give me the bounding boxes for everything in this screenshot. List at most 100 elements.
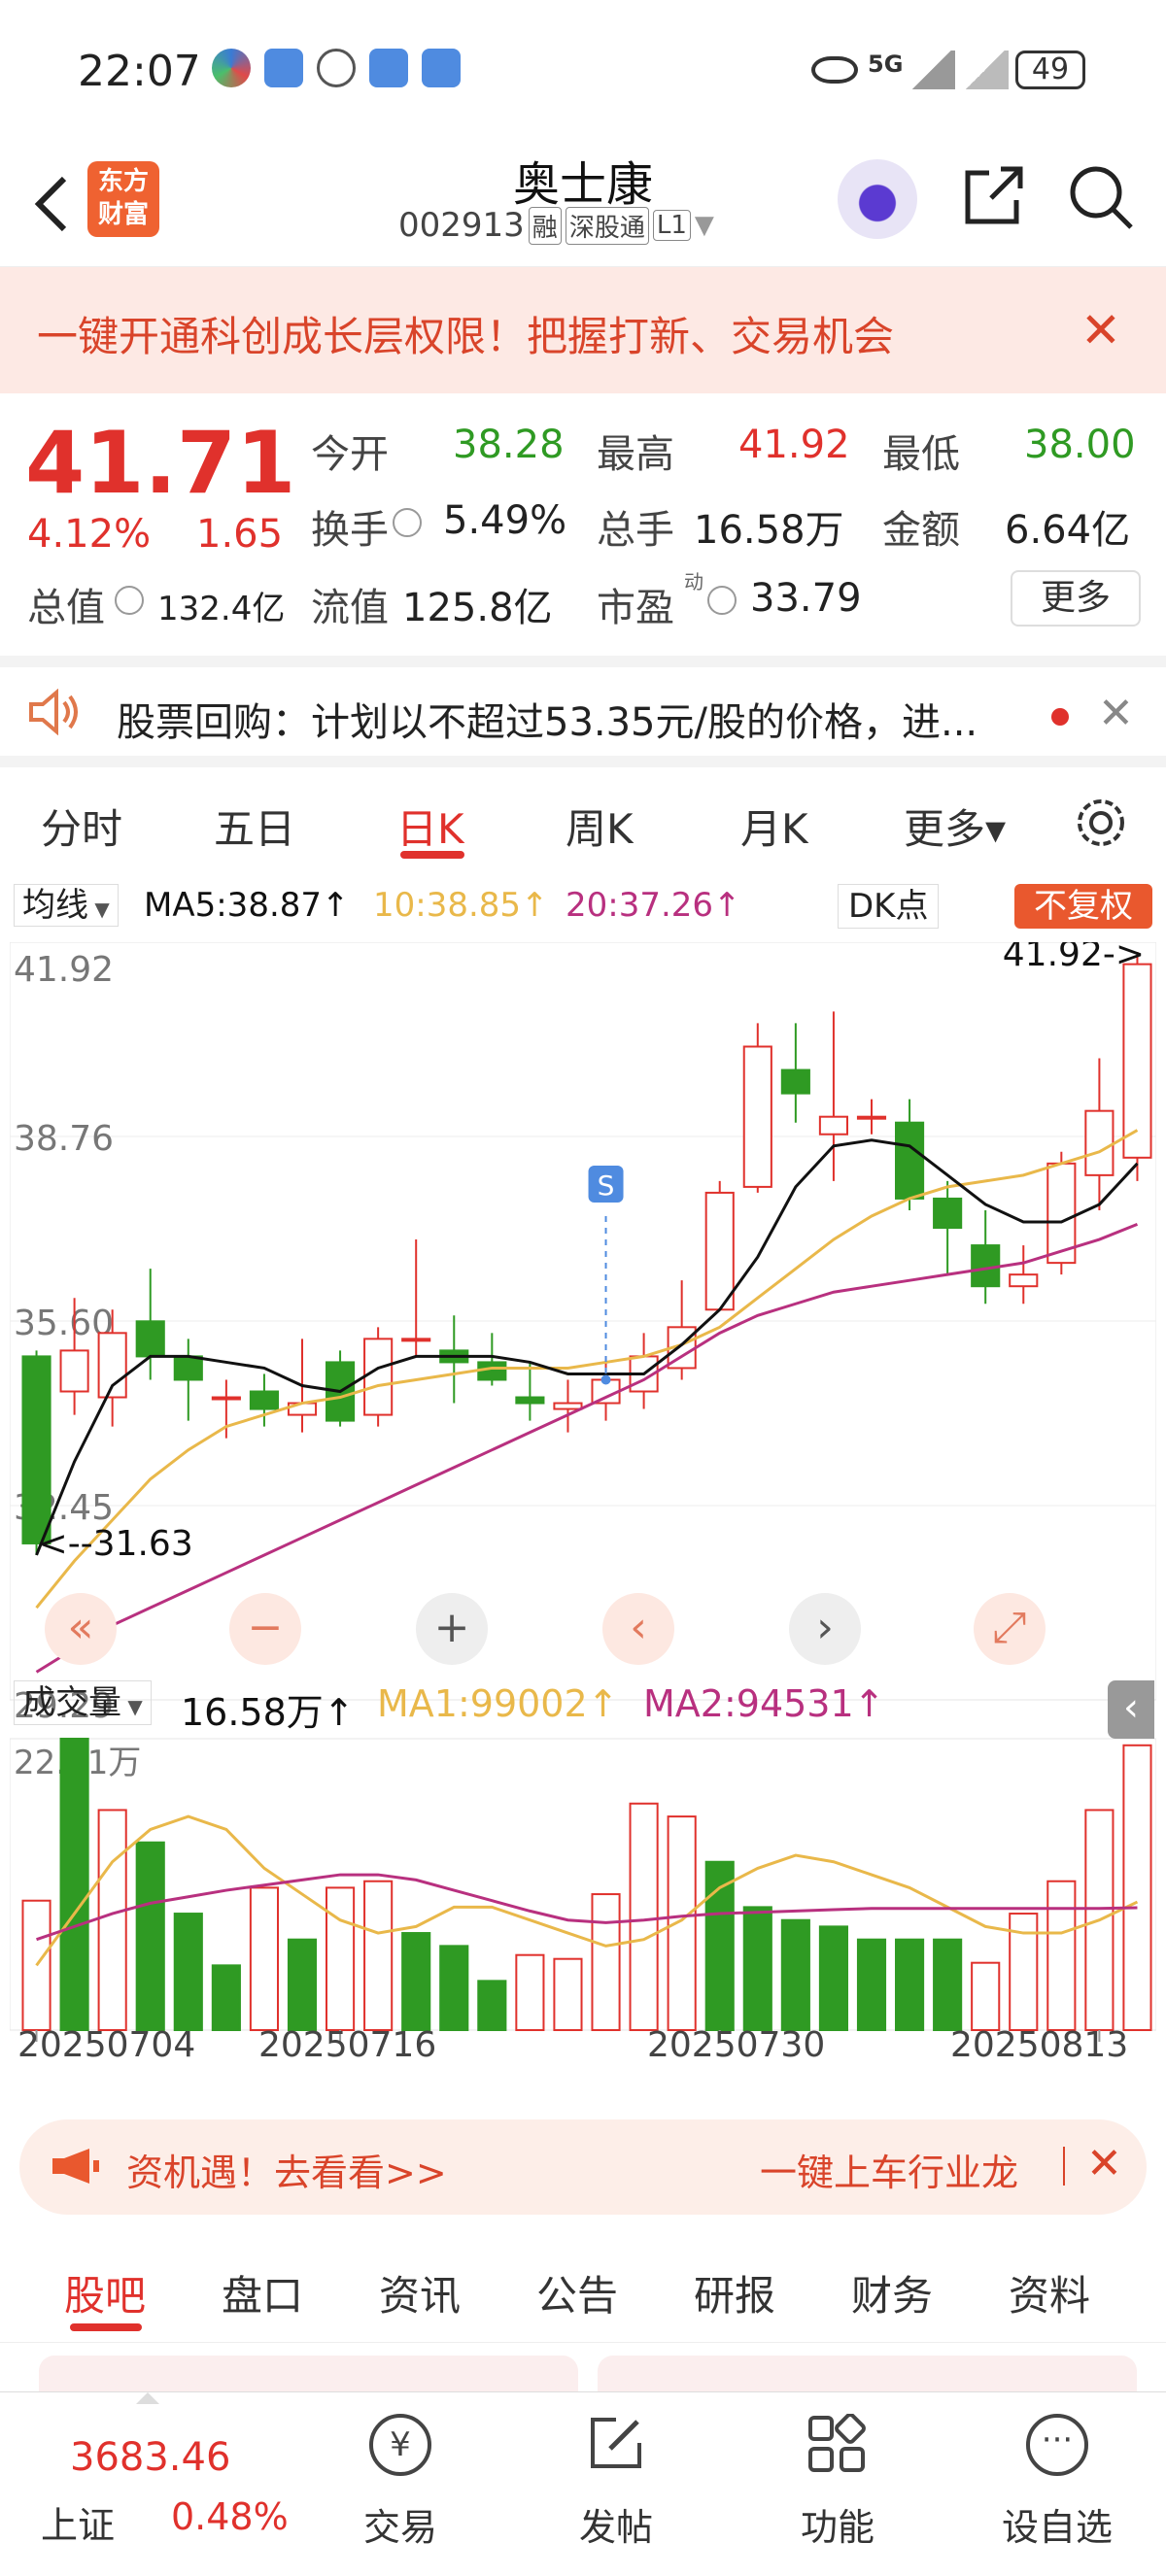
adj-label: 不复权 (1034, 887, 1133, 926)
zoom-in-button[interactable]: + (416, 1593, 488, 1665)
triangle-icon (136, 2392, 159, 2404)
candle-body (704, 1191, 735, 1311)
candle-body (856, 1115, 887, 1120)
volume-bar (780, 1918, 810, 2032)
close-icon[interactable]: ✕ (1080, 306, 1121, 355)
label-total-value: 总值 (27, 586, 105, 630)
prev-button[interactable]: ‹ (602, 1593, 674, 1665)
volume-bar (249, 1886, 279, 2032)
value-total-value: 132.4亿 (157, 590, 286, 628)
dk-point-button[interactable]: DK点 (838, 884, 940, 929)
volume-bar (439, 1945, 469, 2031)
tab-more[interactable]: 更多▾ (904, 797, 1006, 856)
volume-select[interactable]: 成交量 ▼ (14, 1680, 152, 1725)
tab-five-day[interactable]: 五日 (214, 797, 295, 856)
network-label: 5G (868, 51, 904, 78)
notice-text[interactable]: 股票回购：计划以不超过53.35元/股的价格，进... (117, 691, 977, 747)
tab-monthly-k[interactable]: 月K (740, 797, 808, 856)
adj-button[interactable]: 不复权 (1014, 884, 1152, 929)
date-label: 20250813 (950, 2025, 1129, 2065)
quote-panel: 41.71 4.12% 1.65 今开 38.28 最高 41.92 最低 38… (0, 393, 1166, 656)
close-icon[interactable]: ✕ (1098, 689, 1134, 738)
volume-bar (667, 1815, 697, 2031)
dk-label: DK点 (848, 887, 929, 926)
gear-icon[interactable] (1073, 795, 1129, 851)
status-time: 22:07 (78, 47, 201, 96)
ad-banner[interactable]: 资机遇！去看看>> 一键上车行业龙 ✕ (19, 2119, 1147, 2215)
status-bar: 22:07 5G 49 (0, 0, 1166, 146)
label-volume: 总手 (597, 508, 674, 553)
index-name[interactable]: 上证 (41, 2495, 115, 2549)
volume-bar (818, 1925, 848, 2032)
tab-weekly-k[interactable]: 周K (566, 797, 634, 856)
dropdown-icon[interactable]: ▼ (695, 211, 714, 240)
ad-text-right[interactable]: 一键上车行业龙 (760, 2143, 1057, 2196)
volume-bar (401, 1932, 431, 2032)
candle-body (401, 1338, 431, 1342)
footer-add-watchlist[interactable]: 设自选 (989, 2497, 1125, 2551)
footer-trade[interactable]: 交易 (352, 2497, 449, 2551)
dropdown-icon: ▼ (88, 898, 110, 921)
tab-intraday[interactable]: 分时 (41, 797, 122, 856)
ma5-legend: MA5:38.87↑ (144, 886, 350, 925)
tab-research[interactable]: 研报 (694, 2263, 775, 2322)
collapse-panel-button[interactable]: ‹ (1108, 1680, 1154, 1739)
tab-orderbook[interactable]: 盘口 (222, 2263, 303, 2322)
app-icon (212, 49, 251, 87)
footer-function[interactable]: 功能 (789, 2497, 886, 2551)
tab-profile[interactable]: 资料 (1009, 2263, 1090, 2322)
volume-bar (515, 1953, 545, 2032)
edit-icon[interactable] (587, 2414, 645, 2472)
tab-forum[interactable]: 股吧 (64, 2263, 146, 2322)
tag-level: L1 (652, 210, 691, 241)
search-icon[interactable] (1067, 163, 1135, 231)
tab-announcements[interactable]: 公告 (536, 2263, 618, 2322)
grid-icon[interactable] (806, 2413, 869, 2476)
zoom-out-button[interactable]: − (229, 1593, 301, 1665)
label-amount: 金额 (882, 508, 960, 553)
next-button[interactable]: › (789, 1593, 861, 1665)
volume-bar (477, 1980, 507, 2031)
pe-superscript: 动 (684, 570, 703, 593)
signal-icon (962, 51, 1009, 89)
footer-post[interactable]: 发帖 (567, 2497, 665, 2551)
bottom-toolbar: 3683.46 上证 0.48% ¥ 交易 发帖 功能 ··· 设自选 (0, 2391, 1166, 2576)
index-pct[interactable]: 0.48% (171, 2495, 289, 2538)
battery-icon: 49 (1015, 51, 1085, 89)
kline-chart-area[interactable]: 均线 ▼ MA5:38.87↑ 10:38.85↑ 20:37.26↑ DK点 … (0, 874, 1166, 2103)
info-icon[interactable] (707, 586, 737, 615)
more-button[interactable]: 更多 (1011, 570, 1141, 627)
y-tick-label: 38.76 (14, 1119, 114, 1159)
volume-bar (363, 1880, 394, 2032)
fullscreen-button[interactable]: ⤢ (974, 1593, 1046, 1665)
info-icon[interactable] (115, 586, 144, 615)
close-icon[interactable]: ✕ (1086, 2139, 1122, 2188)
content-tabs: 股吧 盘口 资讯 公告 研报 财务 资料 (0, 2234, 1166, 2343)
indicator-select[interactable]: 均线 ▼ (14, 884, 119, 927)
index-value[interactable]: 3683.46 (70, 2435, 230, 2480)
volume-bar (97, 1809, 127, 2031)
volume-bar (211, 1964, 241, 2031)
tab-daily-k[interactable]: 日K (396, 797, 464, 856)
unread-dot (1051, 708, 1069, 726)
info-icon[interactable] (393, 508, 422, 537)
value-turnover: 5.49% (443, 498, 567, 543)
more-dots-icon[interactable]: ··· (1026, 2414, 1088, 2476)
rewind-button[interactable]: « (45, 1593, 117, 1665)
label-high: 最高 (597, 432, 674, 477)
stock-header: 东方财富 奥士康 002913 融 深股通 L1 ▼ (0, 146, 1166, 267)
notice-bar[interactable]: 股票回购：计划以不超过53.35元/股的价格，进... ✕ (0, 656, 1166, 767)
trade-icon[interactable]: ¥ (369, 2414, 431, 2476)
candle-body (21, 1355, 51, 1544)
tab-finance[interactable]: 财务 (851, 2263, 933, 2322)
volume-label: 成交量 (22, 1683, 121, 1722)
robot-avatar[interactable] (838, 159, 917, 239)
tab-news[interactable]: 资讯 (379, 2263, 461, 2322)
ma20-legend: 20:37.26↑ (566, 886, 741, 925)
promo-text[interactable]: 一键开通科创成长层权限！把握打新、交易机会 (37, 304, 894, 363)
kline-chart[interactable]: 41.9238.7635.6032.4529.2941.92-><--31.63… (10, 942, 1156, 2098)
ad-text-left[interactable]: 资机遇！去看看>> (126, 2143, 447, 2196)
change-amt: 1.65 (196, 512, 284, 557)
share-icon[interactable] (962, 163, 1026, 227)
promo-banner[interactable]: 一键开通科创成长层权限！把握打新、交易机会 ✕ (0, 267, 1166, 393)
